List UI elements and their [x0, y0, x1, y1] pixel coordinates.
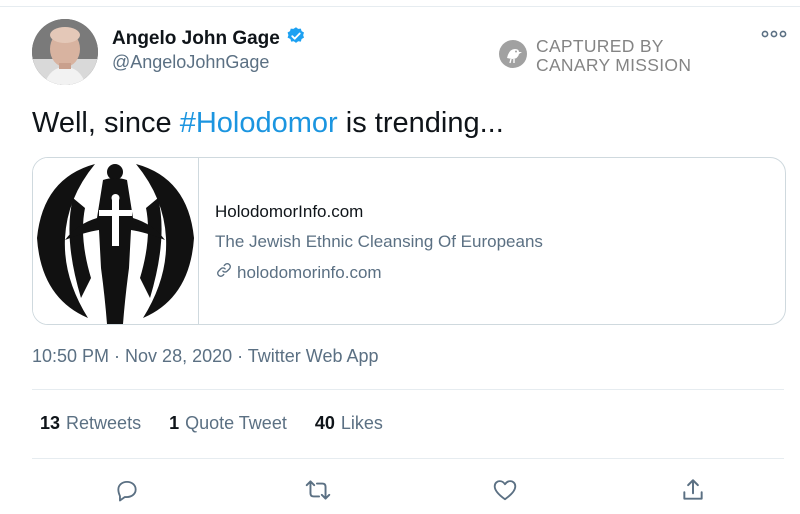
author-handle[interactable]: @AngeloJohnGage [112, 52, 269, 73]
retweet-icon[interactable] [302, 474, 334, 506]
retweets-label: Retweets [66, 413, 142, 433]
reply-icon[interactable] [111, 474, 143, 506]
tweet-text-suffix: is trending... [337, 107, 504, 139]
author-name-row[interactable]: Angelo John Gage [112, 26, 306, 51]
more-icon[interactable] [760, 27, 788, 41]
avatar[interactable] [32, 19, 98, 85]
like-icon[interactable] [489, 474, 521, 506]
author-display-name[interactable]: Angelo John Gage [112, 28, 280, 50]
tweet-meta: 10:50 PM · Nov 28, 2020 · Twitter Web Ap… [32, 346, 379, 367]
share-icon[interactable] [677, 474, 709, 506]
meta-separator: · [232, 346, 248, 366]
retweets-count: 13 [40, 413, 61, 433]
tweet-text: Well, since #Holodomor is trending... [32, 107, 504, 140]
divider [32, 458, 784, 459]
quotes-stat[interactable]: 1 Quote Tweet [169, 413, 287, 434]
top-divider [0, 6, 800, 7]
link-card-body: HolodomorInfo.com The Jewish Ethnic Clea… [215, 202, 543, 284]
tweet-source[interactable]: Twitter Web App [248, 346, 379, 366]
hashtag-link[interactable]: #Holodomor [180, 107, 338, 139]
tweet-actions [0, 474, 800, 506]
retweets-stat[interactable]: 13 Retweets [40, 413, 141, 434]
link-card-title[interactable]: HolodomorInfo.com [215, 202, 543, 222]
tweet-text-prefix: Well, since [32, 107, 180, 139]
capture-watermark: CAPTURED BY CANARY MISSION [498, 37, 691, 75]
link-icon [215, 261, 233, 284]
watermark-line2: CANARY MISSION [536, 55, 692, 75]
divider [32, 389, 784, 390]
quotes-count: 1 [169, 413, 180, 433]
meta-separator: · [109, 346, 126, 366]
link-card[interactable]: HolodomorInfo.com The Jewish Ethnic Clea… [32, 157, 786, 325]
link-card-image[interactable] [33, 158, 199, 324]
likes-count: 40 [314, 413, 335, 433]
tweet-time[interactable]: 10:50 PM [32, 346, 109, 366]
tweet-date[interactable]: Nov 28, 2020 [125, 346, 232, 366]
link-card-description: The Jewish Ethnic Cleansing Of Europeans [215, 232, 543, 251]
verified-badge-icon [286, 26, 306, 51]
quotes-label: Quote Tweet [185, 413, 287, 433]
canary-icon [498, 39, 528, 74]
tweet-stats: 13 Retweets 1 Quote Tweet 40 Likes [40, 413, 383, 434]
link-card-domain[interactable]: holodomorinfo.com [215, 261, 543, 284]
watermark-line1: CAPTURED BY [536, 36, 664, 56]
likes-stat[interactable]: 40 Likes [315, 413, 383, 434]
link-card-domain-text: holodomorinfo.com [237, 262, 382, 282]
likes-label: Likes [340, 413, 383, 433]
